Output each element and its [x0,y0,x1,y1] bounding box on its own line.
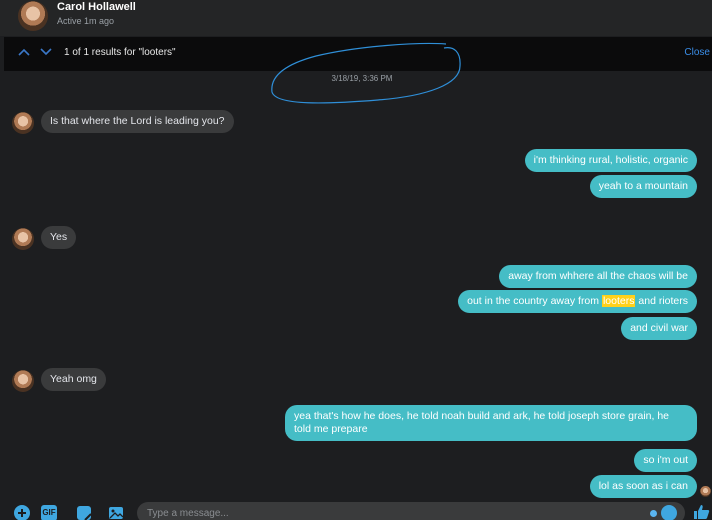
contact-name[interactable]: Carol Hollawell [57,1,136,13]
outgoing-message[interactable]: yea that's how he does, he told noah bui… [285,405,697,441]
message-input[interactable] [137,502,685,520]
active-status-dot [650,510,657,517]
thumbs-up-icon[interactable] [693,503,711,520]
sticker-icon[interactable] [76,505,92,520]
contact-avatar[interactable] [18,1,48,31]
outgoing-message[interactable]: away from whhere all the chaos will be [499,265,697,288]
emoji-icon[interactable] [661,505,677,520]
close-search-button[interactable]: Close [684,47,710,58]
message-text: and rioters [635,295,688,307]
chevron-down-icon[interactable] [38,46,54,62]
photo-icon[interactable] [108,505,124,520]
outgoing-message[interactable]: yeah to a mountain [589,175,697,198]
search-highlight: looters [601,295,636,307]
conversation-header: Carol Hollawell Active 1m ago [0,0,712,36]
incoming-message[interactable]: Yes [41,226,77,249]
contact-status: Active 1m ago [57,16,115,26]
contact-avatar-small[interactable] [12,370,34,392]
add-icon[interactable] [14,505,30,520]
chevron-up-icon[interactable] [16,46,32,62]
outgoing-message[interactable]: i'm thinking rural, holistic, organic [524,149,697,172]
outgoing-message[interactable]: lol as soon as i can [589,475,697,498]
seen-indicator-avatar [700,486,711,497]
incoming-message[interactable]: Yeah omg [41,368,106,391]
contact-avatar-small[interactable] [12,112,34,134]
outgoing-message[interactable]: out in the country away from looters and… [458,290,697,313]
conversation-timestamp: 3/18/19, 3:36 PM [331,74,393,83]
outgoing-message[interactable]: so i'm out [634,449,697,472]
incoming-message[interactable]: Is that where the Lord is leading you? [41,110,234,133]
outgoing-message[interactable]: and civil war [621,317,697,340]
gif-icon[interactable]: GIF [41,505,57,520]
message-text: out in the country away from [467,295,602,307]
contact-avatar-small[interactable] [12,228,34,250]
search-results-count: 1 of 1 results for "looters" [64,47,176,58]
